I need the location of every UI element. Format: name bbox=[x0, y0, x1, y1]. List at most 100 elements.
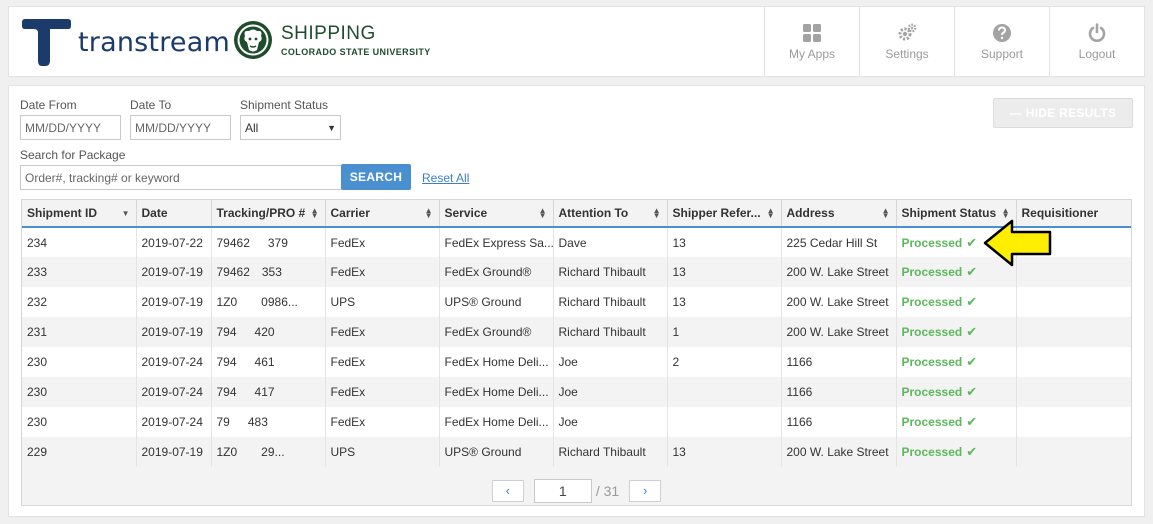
status-text: Processed bbox=[901, 355, 963, 369]
next-page-button[interactable]: › bbox=[629, 479, 662, 502]
cell-address: 1166 bbox=[781, 347, 897, 377]
cell-service: FedEx Ground® bbox=[439, 317, 554, 347]
cell-address: 1166 bbox=[781, 377, 897, 407]
chevron-right-icon: › bbox=[643, 483, 648, 498]
col-header-service[interactable]: Service ▲ ▼ bbox=[439, 200, 554, 228]
checkmark-icon: ✔ bbox=[966, 234, 978, 250]
table-row[interactable]: 230 2019-07-24 794 461 FedEx FedEx Home Deli… bbox=[22, 347, 1131, 377]
hide-results-button[interactable]: — HIDE RESULTS bbox=[993, 98, 1133, 128]
cell-requisitioner bbox=[1016, 287, 1131, 317]
col-header-address[interactable]: Address ▲ ▼ bbox=[781, 200, 897, 228]
date-from-label: Date From bbox=[20, 98, 77, 112]
transtream-logo-icon bbox=[22, 19, 71, 66]
cell-shipper-reference: 13 bbox=[667, 227, 782, 257]
cell-tracking: 794 417 bbox=[211, 377, 326, 407]
prev-page-button[interactable]: ‹ bbox=[491, 479, 524, 502]
cell-tracking: 79 483 bbox=[211, 407, 326, 437]
cell-shipment-status: Processed ✔ bbox=[896, 377, 1017, 407]
my-apps-label: My Apps bbox=[788, 46, 836, 61]
status-text: Processed bbox=[901, 385, 963, 399]
sort-icon: ▲ ▼ bbox=[424, 206, 433, 220]
cell-service: FedEx Home Deli... bbox=[439, 407, 554, 437]
cell-service: FedEx Home Deli... bbox=[439, 377, 554, 407]
sort-desc-icon: ▼ bbox=[121, 209, 130, 218]
cell-attention-to: Richard Thibault bbox=[553, 287, 668, 317]
col-header-shipper-reference[interactable]: Shipper Refer... ▲ ▼ bbox=[667, 200, 782, 228]
settings-button[interactable]: Settings bbox=[859, 7, 954, 76]
table-row[interactable]: 230 2019-07-24 79 483 FedEx FedEx Home Deli.… bbox=[22, 407, 1131, 437]
csu-ram-seal-icon bbox=[234, 21, 272, 59]
table-row[interactable]: 229 2019-07-19 1Z0 29... UPS UPS® Ground Rich… bbox=[22, 437, 1131, 467]
cell-tracking: 1Z0 0986... bbox=[211, 287, 326, 317]
date-to-label: Date To bbox=[130, 98, 172, 112]
my-apps-button[interactable]: My Apps bbox=[764, 7, 859, 76]
status-text: Processed bbox=[901, 265, 963, 279]
cell-carrier: FedEx bbox=[325, 227, 440, 257]
cell-date: 2019-07-24 bbox=[136, 377, 212, 407]
col-header-attention-to[interactable]: Attention To ▲ ▼ bbox=[553, 200, 668, 228]
support-button[interactable]: Support bbox=[954, 7, 1049, 76]
checkmark-icon: ✔ bbox=[966, 324, 978, 339]
checkmark-icon: ✔ bbox=[966, 294, 978, 309]
cell-carrier: FedEx bbox=[325, 377, 440, 407]
grid-icon bbox=[803, 23, 821, 42]
status-text: Processed bbox=[901, 295, 963, 309]
table-row[interactable]: 232 2019-07-19 1Z0 0986... UPS UPS® Ground Ri… bbox=[22, 287, 1131, 317]
cell-shipment-status: Processed ✔ bbox=[896, 437, 1017, 467]
question-icon bbox=[993, 23, 1011, 42]
cell-shipment-id: 230 bbox=[22, 407, 137, 437]
cell-address: 200 W. Lake Street bbox=[781, 287, 897, 317]
date-to-input[interactable]: MM/DD/YYYY bbox=[130, 115, 231, 140]
search-input[interactable]: Order#, tracking# or keyword bbox=[20, 165, 342, 190]
col-header-date[interactable]: Date bbox=[136, 200, 212, 228]
cell-attention-to: Dave bbox=[553, 227, 668, 257]
shipment-status-value: All bbox=[245, 120, 259, 135]
cell-address: 200 W. Lake Street bbox=[781, 437, 897, 467]
cell-shipper-reference bbox=[667, 407, 782, 437]
search-button[interactable]: SEARCH bbox=[341, 164, 411, 190]
col-header-shipment-id[interactable]: Shipment ID ▼ bbox=[22, 200, 137, 228]
caret-down-icon: ▼ bbox=[327, 122, 336, 133]
table-row[interactable]: 234 2019-07-22 79462 379 FedEx FedEx Express… bbox=[22, 227, 1131, 257]
col-header-carrier[interactable]: Carrier ▲ ▼ bbox=[325, 200, 440, 228]
cell-date: 2019-07-19 bbox=[136, 257, 212, 287]
cell-shipment-status: Processed ✔ bbox=[896, 407, 1017, 437]
cell-attention-to: Richard Thibault bbox=[553, 437, 668, 467]
cell-address: 1166 bbox=[781, 407, 897, 437]
col-header-tracking[interactable]: Tracking/PRO # ▲ ▼ bbox=[211, 200, 326, 228]
cell-carrier: FedEx bbox=[325, 347, 440, 377]
cell-carrier: FedEx bbox=[325, 257, 440, 287]
page-number-input[interactable]: 1 bbox=[533, 478, 592, 503]
cell-shipment-id: 230 bbox=[22, 347, 137, 377]
date-from-input[interactable]: MM/DD/YYYY bbox=[20, 115, 121, 140]
shipments-table: Shipment ID ▼ Date Tracking/PRO # ▲ ▼ Carri… bbox=[21, 199, 1132, 506]
cell-date: 2019-07-19 bbox=[136, 317, 212, 347]
cell-shipper-reference: 13 bbox=[667, 257, 782, 287]
table-header-row: Shipment ID ▼ Date Tracking/PRO # ▲ ▼ Carri… bbox=[22, 200, 1131, 228]
sort-icon: ▲ ▼ bbox=[538, 206, 547, 220]
transtream-brand[interactable]: transtream bbox=[20, 17, 230, 67]
shipments-panel: Date From MM/DD/YYYY Date To MM/DD/YYYY … bbox=[8, 85, 1145, 517]
cell-date: 2019-07-24 bbox=[136, 347, 212, 377]
table-row[interactable]: 233 2019-07-19 79462 353 FedEx FedEx Ground®… bbox=[22, 257, 1131, 287]
table-row[interactable]: 231 2019-07-19 794 420 FedEx FedEx Ground® Ri… bbox=[22, 317, 1131, 347]
cell-date: 2019-07-19 bbox=[136, 287, 212, 317]
checkmark-icon: ✔ bbox=[966, 264, 978, 279]
header-nav: My Apps Settings Support Logout bbox=[764, 7, 1144, 76]
logout-button[interactable]: Logout bbox=[1049, 7, 1144, 76]
cell-service: UPS® Ground bbox=[439, 287, 554, 317]
shipment-status-select[interactable]: All ▼ bbox=[240, 115, 341, 140]
table-row[interactable]: 230 2019-07-24 794 417 FedEx FedEx Home Deli… bbox=[22, 377, 1131, 407]
cell-date: 2019-07-22 bbox=[136, 227, 212, 257]
reset-all-link[interactable]: Reset All bbox=[422, 171, 469, 185]
cell-attention-to: Joe bbox=[553, 407, 668, 437]
cell-address: 200 W. Lake Street bbox=[781, 257, 897, 287]
checkmark-icon: ✔ bbox=[966, 444, 978, 459]
cell-shipment-id: 230 bbox=[22, 377, 137, 407]
search-label: Search for Package bbox=[20, 148, 126, 162]
status-text: Processed bbox=[901, 325, 963, 339]
cell-requisitioner bbox=[1016, 437, 1131, 467]
logout-label: Logout bbox=[1078, 46, 1116, 61]
chevron-left-icon: ‹ bbox=[505, 483, 510, 498]
cell-shipment-status: Processed ✔ bbox=[896, 317, 1017, 347]
